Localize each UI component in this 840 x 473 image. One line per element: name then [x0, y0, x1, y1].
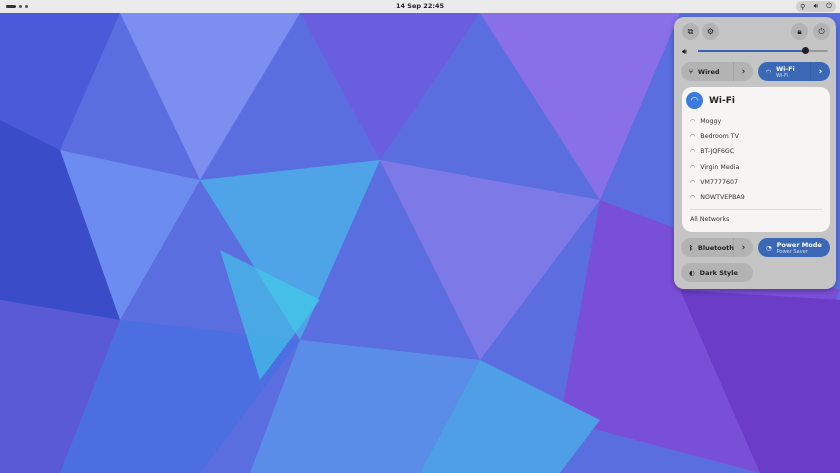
- wired-toggle[interactable]: ⑂ Wired ›: [681, 62, 753, 81]
- wifi-toggle[interactable]: ◠ Wi-Fi Wi-Fi ›: [758, 62, 830, 81]
- bluetooth-toggle[interactable]: ᛒ Bluetooth ›: [681, 238, 753, 257]
- wifi-icon: ◠: [766, 67, 771, 76]
- wifi-signal-icon: ◠: [690, 133, 696, 141]
- lock-icon: 🔒︎: [797, 26, 802, 36]
- bluetooth-expand-button[interactable]: ›: [733, 238, 753, 257]
- power-mode-label: Power Mode: [776, 240, 822, 249]
- power-icon: ⏻: [818, 26, 825, 36]
- network-name: NOWTVEPBA9: [700, 194, 745, 201]
- wifi-sublabel: Wi-Fi: [776, 72, 788, 79]
- wifi-signal-icon: ◠: [690, 148, 696, 156]
- system-menu-button[interactable]: ⚲ 🔊︎ ⏻: [796, 1, 836, 12]
- wired-expand-button[interactable]: ›: [733, 62, 753, 81]
- network-item[interactable]: ◠ Bedroom TV: [690, 133, 739, 140]
- top-bar: 14 Sep 22:45 ⚲ 🔊︎ ⏻: [0, 0, 840, 13]
- wifi-menu: ◠ Wi-Fi ◠ Moggy ◠ Bedroom TV ◠ BT-JQF6GC ◠ Virgi…: [682, 87, 830, 232]
- screenshot-button[interactable]: ⧉: [682, 23, 699, 40]
- dark-style-label: Dark Style: [699, 268, 738, 277]
- wifi-label: Wi-Fi: [776, 64, 795, 73]
- network-name: BT-JQF6GC: [700, 148, 735, 156]
- dark-style-icon: ◐: [689, 268, 695, 277]
- network-item[interactable]: ◠ VM7777607: [690, 179, 738, 186]
- volume-slider-knob[interactable]: [801, 47, 809, 54]
- wifi-signal-icon: ◠: [690, 118, 696, 125]
- clock[interactable]: 14 Sep 22:45: [0, 2, 840, 10]
- wired-icon: ⑂: [689, 67, 693, 76]
- wifi-icon: ◠: [686, 92, 703, 109]
- power-mode-toggle[interactable]: ◔ Power Mode Power Saver: [758, 238, 830, 257]
- network-item[interactable]: ◠ Moggy: [690, 118, 721, 125]
- network-item[interactable]: ◠ BT-JQF6GC: [690, 148, 734, 155]
- power-saver-icon: ◔: [766, 243, 772, 252]
- power-mode-sublabel: Power Saver: [776, 248, 808, 255]
- quick-settings-panel: ⧉ ⚙ 🔒︎ ⏻ 🔊︎ ⑂ Wired › ◠ Wi-Fi Wi-Fi › ◠ Wi-…: [674, 17, 836, 289]
- power-icon: ⏻: [826, 2, 832, 10]
- dark-style-toggle[interactable]: ◐ Dark Style: [681, 263, 753, 282]
- divider: [690, 209, 822, 210]
- volume-icon: 🔊︎: [813, 2, 818, 10]
- network-name: VM7777607: [700, 178, 739, 186]
- network-item[interactable]: ◠ NOWTVEPBA9: [690, 194, 745, 201]
- all-networks-item[interactable]: All Networks: [690, 216, 729, 223]
- screenshot-icon: ⧉: [687, 26, 694, 36]
- power-button[interactable]: ⏻: [813, 23, 830, 40]
- network-name: Virgin Media: [700, 163, 740, 171]
- wifi-signal-icon: ◠: [690, 178, 696, 186]
- bluetooth-icon: ᛒ: [689, 243, 693, 252]
- location-icon: ⚲: [800, 2, 806, 11]
- gear-icon: ⚙: [706, 27, 715, 36]
- network-name: Bedroom TV: [700, 133, 739, 141]
- wired-label: Wired: [697, 67, 720, 76]
- network-name: Moggy: [700, 118, 722, 125]
- lock-button[interactable]: 🔒︎: [791, 23, 808, 40]
- bluetooth-label: Bluetooth: [697, 243, 734, 252]
- wifi-signal-icon: ◠: [690, 163, 696, 171]
- settings-button[interactable]: ⚙: [702, 23, 719, 40]
- volume-slider[interactable]: [698, 47, 828, 54]
- wifi-menu-title: Wi-Fi: [709, 95, 735, 106]
- network-item[interactable]: ◠ Virgin Media: [690, 164, 739, 171]
- wifi-signal-icon: ◠: [690, 194, 696, 201]
- volume-icon: 🔊︎: [682, 47, 688, 56]
- wifi-expand-button[interactable]: ›: [810, 62, 830, 81]
